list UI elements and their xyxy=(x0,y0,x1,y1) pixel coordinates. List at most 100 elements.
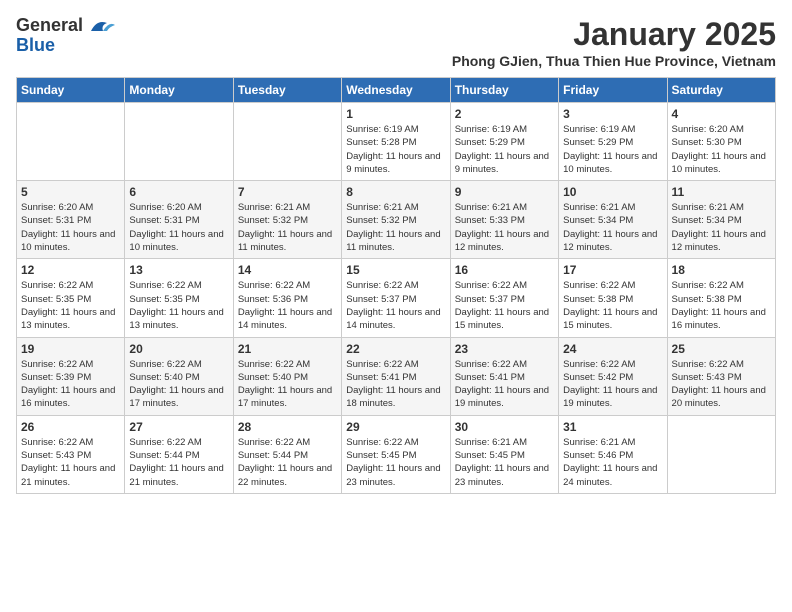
day-number: 17 xyxy=(563,263,662,277)
day-number: 11 xyxy=(672,185,771,199)
day-number: 25 xyxy=(672,342,771,356)
calendar-cell: 25 Sunrise: 6:22 AMSunset: 5:43 PMDayligh… xyxy=(667,337,775,415)
day-number: 16 xyxy=(455,263,554,277)
day-number: 2 xyxy=(455,107,554,121)
logo: General Blue xyxy=(16,16,115,56)
calendar-cell: 15Sunrise: 6:22 AMSunset: 5:37 PMDayligh… xyxy=(342,259,450,337)
day-info: Sunrise: 6:19 AMSunset: 5:29 PMDaylight:… xyxy=(455,123,554,176)
day-info: Sunrise: 6:22 AMSunset: 5:42 PMDaylight:… xyxy=(563,358,662,411)
calendar-cell: 10Sunrise: 6:21 AMSunset: 5:34 PMDayligh… xyxy=(559,181,667,259)
day-number: 31 xyxy=(563,420,662,434)
day-info: Sunrise: 6:22 AMSunset: 5:37 PMDaylight:… xyxy=(455,279,554,332)
calendar-cell: 28Sunrise: 6:22 AMSunset: 5:44 PMDayligh… xyxy=(233,415,341,493)
calendar-cell: 30 Sunrise: 6:21 AMSunset: 5:45 PMDayligh… xyxy=(450,415,558,493)
calendar-cell: 11 Sunrise: 6:21 AMSunset: 5:34 PMDayligh… xyxy=(667,181,775,259)
weekday-header-monday: Monday xyxy=(125,78,233,103)
day-info: Sunrise: 6:22 AMSunset: 5:36 PMDaylight:… xyxy=(238,279,337,332)
calendar-cell: 3 Sunrise: 6:19 AMSunset: 5:29 PMDaylight… xyxy=(559,103,667,181)
day-number: 13 xyxy=(129,263,228,277)
day-info: Sunrise: 6:22 AMSunset: 5:41 PMDaylight:… xyxy=(346,358,445,411)
day-info: Sunrise: 6:22 AMSunset: 5:43 PMDaylight:… xyxy=(21,436,120,489)
day-info: Sunrise: 6:22 AMSunset: 5:44 PMDaylight:… xyxy=(238,436,337,489)
weekday-header-thursday: Thursday xyxy=(450,78,558,103)
calendar-week-3: 12Sunrise: 6:22 AMSunset: 5:35 PMDayligh… xyxy=(17,259,776,337)
day-info: Sunrise: 6:22 AMSunset: 5:35 PMDaylight:… xyxy=(129,279,228,332)
title-block: January 2025 Phong GJien, Thua Thien Hue… xyxy=(452,16,776,69)
calendar-cell: 20Sunrise: 6:22 AMSunset: 5:40 PMDayligh… xyxy=(125,337,233,415)
day-info: Sunrise: 6:22 AMSunset: 5:40 PMDaylight:… xyxy=(129,358,228,411)
calendar-cell: 8 Sunrise: 6:21 AMSunset: 5:32 PMDaylight… xyxy=(342,181,450,259)
day-info: Sunrise: 6:22 AMSunset: 5:40 PMDaylight:… xyxy=(238,358,337,411)
day-number: 18 xyxy=(672,263,771,277)
weekday-header-sunday: Sunday xyxy=(17,78,125,103)
calendar-week-5: 26 Sunrise: 6:22 AMSunset: 5:43 PMDayligh… xyxy=(17,415,776,493)
calendar-cell: 14 Sunrise: 6:22 AMSunset: 5:36 PMDayligh… xyxy=(233,259,341,337)
day-number: 23 xyxy=(455,342,554,356)
calendar-cell: 23 Sunrise: 6:22 AMSunset: 5:41 PMDayligh… xyxy=(450,337,558,415)
day-number: 27 xyxy=(129,420,228,434)
day-number: 4 xyxy=(672,107,771,121)
day-number: 5 xyxy=(21,185,120,199)
day-info: Sunrise: 6:19 AMSunset: 5:28 PMDaylight:… xyxy=(346,123,445,176)
day-info: Sunrise: 6:20 AMSunset: 5:30 PMDaylight:… xyxy=(672,123,771,176)
calendar-cell xyxy=(125,103,233,181)
day-number: 26 xyxy=(21,420,120,434)
calendar-cell: 4 Sunrise: 6:20 AMSunset: 5:30 PMDaylight… xyxy=(667,103,775,181)
day-number: 3 xyxy=(563,107,662,121)
day-info: Sunrise: 6:22 AMSunset: 5:35 PMDaylight:… xyxy=(21,279,120,332)
day-info: Sunrise: 6:20 AMSunset: 5:31 PMDaylight:… xyxy=(21,201,120,254)
day-number: 15 xyxy=(346,263,445,277)
calendar-cell: 27 Sunrise: 6:22 AMSunset: 5:44 PMDayligh… xyxy=(125,415,233,493)
month-title: January 2025 xyxy=(452,16,776,53)
day-number: 29 xyxy=(346,420,445,434)
calendar-cell: 9Sunrise: 6:21 AMSunset: 5:33 PMDaylight… xyxy=(450,181,558,259)
day-info: Sunrise: 6:19 AMSunset: 5:29 PMDaylight:… xyxy=(563,123,662,176)
calendar-cell: 16 Sunrise: 6:22 AMSunset: 5:37 PMDayligh… xyxy=(450,259,558,337)
day-number: 19 xyxy=(21,342,120,356)
logo-bird-icon xyxy=(87,17,115,44)
calendar-cell: 19 Sunrise: 6:22 AMSunset: 5:39 PMDayligh… xyxy=(17,337,125,415)
calendar-cell: 17Sunrise: 6:22 AMSunset: 5:38 PMDayligh… xyxy=(559,259,667,337)
logo-blue: Blue xyxy=(16,35,55,55)
weekday-header-friday: Friday xyxy=(559,78,667,103)
calendar-week-1: 1 Sunrise: 6:19 AMSunset: 5:28 PMDaylight… xyxy=(17,103,776,181)
calendar-cell: 24Sunrise: 6:22 AMSunset: 5:42 PMDayligh… xyxy=(559,337,667,415)
day-info: Sunrise: 6:20 AMSunset: 5:31 PMDaylight:… xyxy=(129,201,228,254)
day-number: 7 xyxy=(238,185,337,199)
day-number: 6 xyxy=(129,185,228,199)
calendar-header-row: SundayMondayTuesdayWednesdayThursdayFrid… xyxy=(17,78,776,103)
day-number: 1 xyxy=(346,107,445,121)
day-info: Sunrise: 6:22 AMSunset: 5:39 PMDaylight:… xyxy=(21,358,120,411)
calendar-cell: 13 Sunrise: 6:22 AMSunset: 5:35 PMDayligh… xyxy=(125,259,233,337)
weekday-header-saturday: Saturday xyxy=(667,78,775,103)
day-number: 21 xyxy=(238,342,337,356)
calendar-cell: 22 Sunrise: 6:22 AMSunset: 5:41 PMDayligh… xyxy=(342,337,450,415)
day-info: Sunrise: 6:21 AMSunset: 5:32 PMDaylight:… xyxy=(238,201,337,254)
day-info: Sunrise: 6:21 AMSunset: 5:34 PMDaylight:… xyxy=(563,201,662,254)
day-info: Sunrise: 6:21 AMSunset: 5:45 PMDaylight:… xyxy=(455,436,554,489)
logo-text: General Blue xyxy=(16,16,83,56)
day-number: 8 xyxy=(346,185,445,199)
logo-general: General xyxy=(16,15,83,35)
day-info: Sunrise: 6:22 AMSunset: 5:44 PMDaylight:… xyxy=(129,436,228,489)
weekday-header-wednesday: Wednesday xyxy=(342,78,450,103)
day-info: Sunrise: 6:21 AMSunset: 5:34 PMDaylight:… xyxy=(672,201,771,254)
calendar-week-2: 5 Sunrise: 6:20 AMSunset: 5:31 PMDaylight… xyxy=(17,181,776,259)
day-info: Sunrise: 6:22 AMSunset: 5:41 PMDaylight:… xyxy=(455,358,554,411)
calendar-cell xyxy=(667,415,775,493)
calendar-cell: 29 Sunrise: 6:22 AMSunset: 5:45 PMDayligh… xyxy=(342,415,450,493)
day-number: 14 xyxy=(238,263,337,277)
calendar-cell xyxy=(233,103,341,181)
day-number: 30 xyxy=(455,420,554,434)
day-info: Sunrise: 6:22 AMSunset: 5:38 PMDaylight:… xyxy=(672,279,771,332)
day-info: Sunrise: 6:21 AMSunset: 5:32 PMDaylight:… xyxy=(346,201,445,254)
day-info: Sunrise: 6:22 AMSunset: 5:43 PMDaylight:… xyxy=(672,358,771,411)
day-info: Sunrise: 6:22 AMSunset: 5:45 PMDaylight:… xyxy=(346,436,445,489)
calendar-cell: 1 Sunrise: 6:19 AMSunset: 5:28 PMDaylight… xyxy=(342,103,450,181)
calendar-cell: 12Sunrise: 6:22 AMSunset: 5:35 PMDayligh… xyxy=(17,259,125,337)
day-number: 22 xyxy=(346,342,445,356)
location-subtitle: Phong GJien, Thua Thien Hue Province, Vi… xyxy=(452,53,776,69)
calendar-cell: 26 Sunrise: 6:22 AMSunset: 5:43 PMDayligh… xyxy=(17,415,125,493)
day-info: Sunrise: 6:21 AMSunset: 5:46 PMDaylight:… xyxy=(563,436,662,489)
calendar-cell xyxy=(17,103,125,181)
